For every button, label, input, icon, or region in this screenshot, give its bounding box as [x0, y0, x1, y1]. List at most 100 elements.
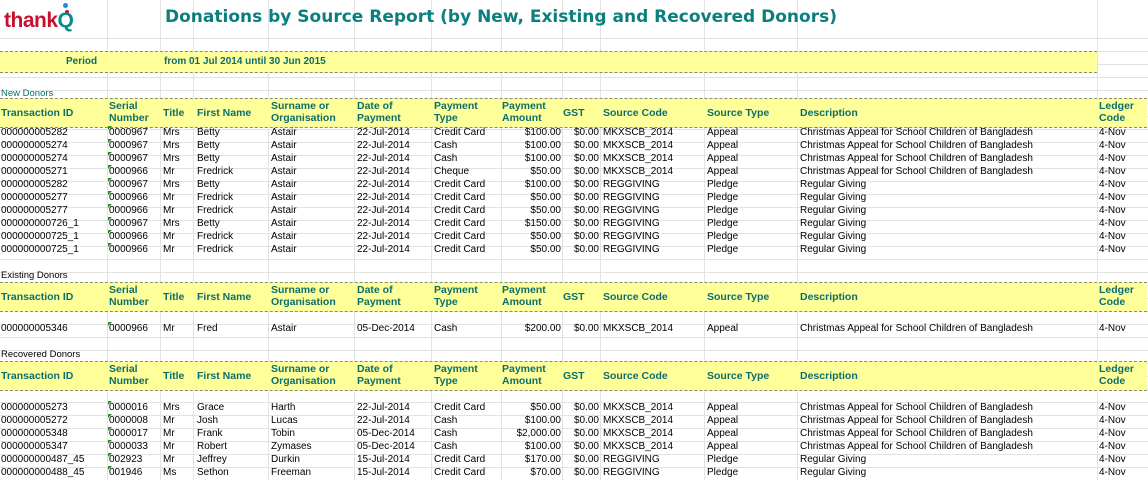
cell-title: Mr	[163, 415, 175, 426]
cell-gst: $0.00	[573, 127, 599, 138]
table-row[interactable]: 000000005348 0000017 Mr Frank Tobin 05-Dec-20…	[0, 427, 1148, 440]
cell-transaction-id: 000000005346	[1, 323, 68, 334]
cell-source-type: Appeal	[707, 127, 739, 138]
cell-surname: Tobin	[271, 428, 295, 439]
cell-gst: $0.00	[573, 192, 599, 203]
cell-payment-type: Credit Card	[434, 179, 486, 190]
header-date-of-payment: Date of Payment	[357, 284, 401, 308]
cell-first-name: Betty	[197, 140, 220, 151]
column-header-row: Transaction ID Serial Number Title First Nam…	[0, 98, 1147, 128]
cell-description: Christmas Appeal for School Children of …	[800, 428, 1033, 439]
cell-surname: Durkin	[271, 454, 300, 465]
cell-source-type: Appeal	[707, 441, 739, 452]
cell-date-of-payment: 22-Jul-2014	[357, 205, 410, 216]
table-row[interactable]: 000000005273 0000016 Mrs Grace Harth 22-Jul-2…	[0, 401, 1148, 414]
cell-ledger-code: 4-Nov	[1099, 153, 1126, 164]
header-first-name: First Name	[197, 370, 252, 382]
table-row[interactable]: 000000005274 0000967 Mrs Betty Astair 22-Jul-…	[0, 139, 1148, 152]
thankq-logo: thankQ	[4, 3, 104, 37]
cell-ledger-code: 4-Nov	[1099, 415, 1126, 426]
cell-date-of-payment: 22-Jul-2014	[357, 244, 410, 255]
cell-source-type: Pledge	[707, 454, 739, 465]
cell-description: Regular Giving	[800, 179, 867, 190]
cell-description: Regular Giving	[800, 218, 867, 229]
cell-payment-amount: $150.00	[524, 218, 561, 229]
cell-payment-amount: $100.00	[524, 179, 561, 190]
header-surname: Surname or Organisation	[271, 363, 336, 387]
cell-title: Mr	[163, 231, 175, 242]
header-source-type: Source Type	[707, 291, 770, 303]
cell-payment-type: Cash	[434, 415, 458, 426]
cell-serial-number: 0000967	[109, 153, 148, 164]
table-row[interactable]: 000000000726_1 0000967 Mrs Betty Astair 22-Ju…	[0, 217, 1148, 230]
cell-description: Regular Giving	[800, 244, 867, 255]
cell-payment-amount: $50.00	[530, 166, 561, 177]
cell-date-of-payment: 22-Jul-2014	[357, 166, 410, 177]
table-row[interactable]: 000000005347 0000033 Mr Robert Zymases 05-Dec…	[0, 440, 1148, 453]
cell-source-type: Pledge	[707, 179, 739, 190]
cell-first-name: Fredrick	[197, 192, 234, 203]
header-title: Title	[163, 291, 185, 303]
cell-date-of-payment: 22-Jul-2014	[357, 153, 410, 164]
cell-source-code: REGGIVING	[603, 218, 660, 229]
header-serial-number: Serial Number	[109, 100, 149, 124]
cell-description: Christmas Appeal for School Children of …	[800, 166, 1033, 177]
cell-first-name: Jeffrey	[197, 454, 227, 465]
header-ledger-code: Ledger Code	[1099, 363, 1135, 387]
cell-date-of-payment: 22-Jul-2014	[357, 415, 410, 426]
cell-gst: $0.00	[573, 166, 599, 177]
cell-title: Mrs	[163, 127, 180, 138]
header-payment-type: Payment Type	[434, 284, 478, 308]
cell-first-name: Fred	[197, 323, 218, 334]
cell-serial-number: 0000008	[109, 415, 148, 426]
header-surname: Surname or Organisation	[271, 100, 336, 124]
cell-first-name: Betty	[197, 153, 220, 164]
table-row[interactable]: 000000000725_1 0000966 Mr Fredrick Astair 22-…	[0, 230, 1148, 243]
cell-source-code: MKXSCB_2014	[603, 140, 674, 151]
cell-source-type: Pledge	[707, 231, 739, 242]
cell-gst: $0.00	[573, 231, 599, 242]
header-payment-amount: Payment Amount	[502, 100, 546, 124]
table-row[interactable]: 000000005272 0000008 Mr Josh Lucas 22-Jul-201…	[0, 414, 1148, 427]
table-row[interactable]: 000000005271 0000966 Mr Fredrick Astair 22-Ju…	[0, 165, 1148, 178]
cell-payment-type: Credit Card	[434, 205, 486, 216]
cell-source-code: MKXSCB_2014	[603, 166, 674, 177]
table-row[interactable]: 000000005277 0000966 Mr Fredrick Astair 22-Ju…	[0, 204, 1148, 217]
cell-source-code: REGGIVING	[603, 205, 660, 216]
cell-payment-type: Credit Card	[434, 244, 486, 255]
cell-payment-amount: $100.00	[524, 153, 561, 164]
cell-serial-number: 0000967	[109, 127, 148, 138]
cell-gst: $0.00	[573, 323, 599, 334]
cell-gst: $0.00	[573, 402, 599, 413]
cell-description: Christmas Appeal for School Children of …	[800, 127, 1033, 138]
cell-transaction-id: 000000005277	[1, 205, 68, 216]
table-row[interactable]: 000000000487_45 002923 Mr Jeffrey Durkin 15-J…	[0, 453, 1148, 466]
table-row[interactable]: 000000005282 0000967 Mrs Betty Astair 22-Jul-…	[0, 178, 1148, 191]
table-row[interactable]: 000000005274 0000967 Mrs Betty Astair 22-Jul-…	[0, 152, 1148, 165]
table-row[interactable]: 000000005346 0000966 Mr Fred Astair 05-Dec-20…	[0, 322, 1148, 335]
cell-payment-amount: $50.00	[530, 205, 561, 216]
header-first-name: First Name	[197, 107, 252, 119]
cell-surname: Astair	[271, 192, 297, 203]
table-row[interactable]: 000000000725_1 0000966 Mr Fredrick Astair 22-…	[0, 243, 1148, 256]
table-row[interactable]: 000000005282 0000967 Mrs Betty Astair 22-Jul-…	[0, 126, 1148, 139]
cell-source-type: Appeal	[707, 140, 739, 151]
cell-serial-number: 002923	[109, 454, 143, 465]
header-serial-number: Serial Number	[109, 363, 149, 387]
cell-serial-number: 0000967	[109, 179, 148, 190]
cell-transaction-id: 000000000725_1	[1, 244, 79, 255]
cell-surname: Lucas	[271, 415, 298, 426]
table-row[interactable]: 000000000488_45 001946 Ms Sethon Freeman 15-J…	[0, 466, 1148, 479]
cell-source-code: MKXSCB_2014	[603, 153, 674, 164]
cell-first-name: Josh	[197, 415, 219, 426]
header-ledger-code: Ledger Code	[1099, 100, 1135, 124]
cell-payment-type: Credit Card	[434, 127, 486, 138]
cell-description: Christmas Appeal for School Children of …	[800, 415, 1033, 426]
table-row[interactable]: 000000005277 0000966 Mr Fredrick Astair 22-Ju…	[0, 191, 1148, 204]
cell-first-name: Betty	[197, 127, 220, 138]
header-source-code: Source Code	[603, 370, 668, 382]
cell-gst: $0.00	[573, 218, 599, 229]
cell-source-type: Pledge	[707, 192, 739, 203]
cell-source-code: REGGIVING	[603, 179, 660, 190]
cell-description: Christmas Appeal for School Children of …	[800, 402, 1033, 413]
